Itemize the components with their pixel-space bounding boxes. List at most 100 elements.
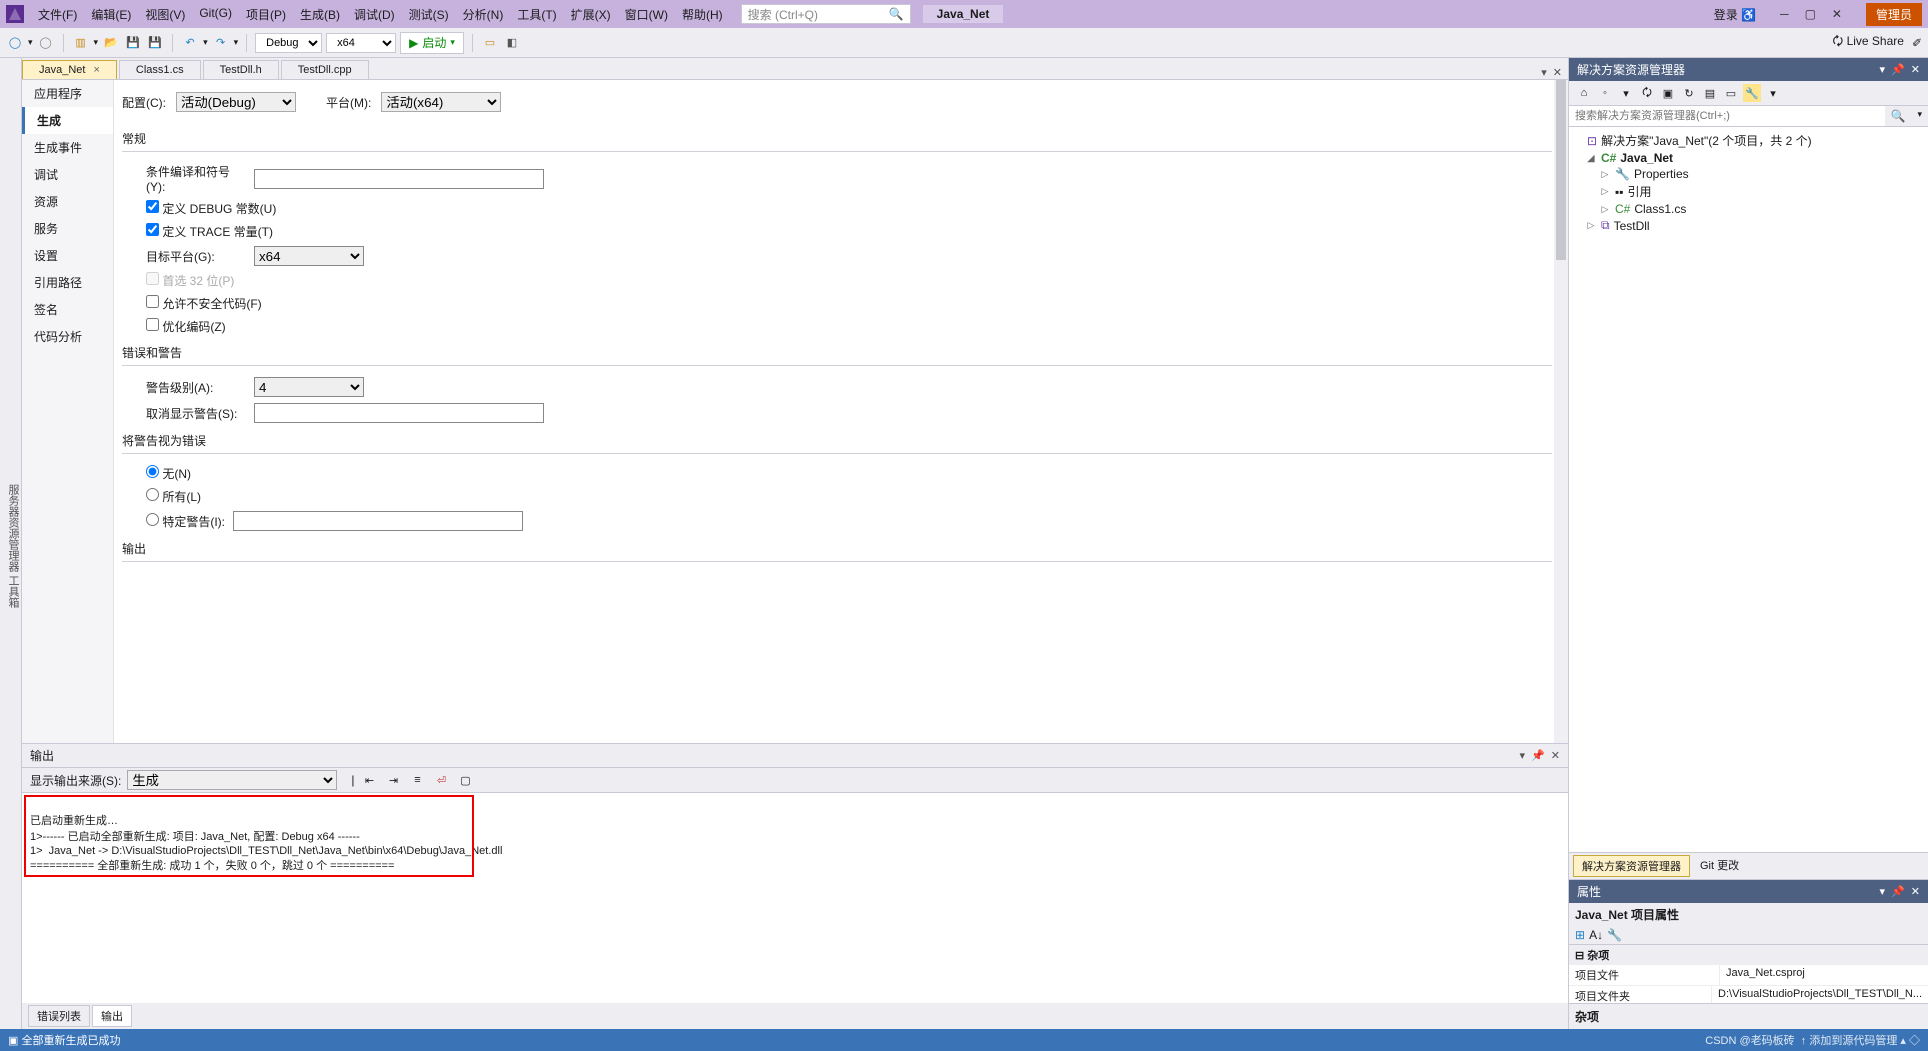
save-icon[interactable]: 💾 xyxy=(124,34,142,52)
solution-search-input[interactable] xyxy=(1569,106,1885,126)
status-right[interactable]: ↑ 添加到源代码管理 ▴ ◇ xyxy=(1801,1035,1920,1047)
tab-git-changes[interactable]: Git 更改 xyxy=(1692,855,1747,877)
start-debug-button[interactable]: ▶启动 ▾ xyxy=(400,32,464,54)
open-icon[interactable]: 📂 xyxy=(102,34,120,52)
new-project-icon[interactable]: ▥ xyxy=(72,34,90,52)
tab-class1[interactable]: Class1.cs xyxy=(119,60,201,79)
minimize-button[interactable]: ─ xyxy=(1780,7,1789,21)
refresh-icon[interactable]: ↻ xyxy=(1680,84,1698,102)
login-link[interactable]: 登录 ♿ xyxy=(1714,6,1756,23)
sidebar-services[interactable]: 服务 xyxy=(22,215,113,242)
trace-const-check[interactable]: 定义 TRACE 常量(T) xyxy=(146,223,273,240)
pp-dropdown-icon[interactable]: ▾ xyxy=(1880,885,1886,898)
clear-icon[interactable]: ≡ xyxy=(408,771,426,789)
unsafe-check[interactable]: 允许不安全代码(F) xyxy=(146,295,262,312)
close-button[interactable]: ✕ xyxy=(1832,7,1842,21)
panel-close-icon[interactable]: ✕ xyxy=(1551,749,1560,762)
menu-tools[interactable]: 工具(T) xyxy=(511,2,562,27)
undo-icon[interactable]: ↶ xyxy=(181,34,199,52)
tabs-overflow-icon[interactable]: ▾ xyxy=(1541,66,1547,79)
tab-java-net[interactable]: Java_Net× xyxy=(22,60,117,79)
sync-icon[interactable]: 🗘 xyxy=(1638,84,1656,102)
solution-tree[interactable]: ⊡解决方案"Java_Net"(2 个项目，共 2 个) ◢C#Java_Net… xyxy=(1569,127,1928,852)
sidebar-app[interactable]: 应用程序 xyxy=(22,80,113,107)
warn-level-select[interactable]: 4 xyxy=(254,377,364,397)
menu-view[interactable]: 视图(V) xyxy=(139,2,191,27)
server-explorer-rail[interactable]: 服务器资源管理器 工具箱 xyxy=(0,58,22,1029)
menu-extensions[interactable]: 扩展(X) xyxy=(565,2,617,27)
se-dropdown-icon[interactable]: ▾ xyxy=(1880,63,1886,76)
nav-back-icon[interactable]: ◯ xyxy=(6,34,24,52)
feedback-icon[interactable]: ✐ xyxy=(1912,36,1922,50)
pp-close-icon[interactable]: ✕ xyxy=(1911,885,1920,898)
sidebar-refpaths[interactable]: 引用路径 xyxy=(22,269,113,296)
goto-next-icon[interactable]: ⇥ xyxy=(384,771,402,789)
global-search[interactable]: 搜索 (Ctrl+Q) 🔍 xyxy=(741,4,911,24)
platform-select[interactable]: x64 xyxy=(326,33,396,53)
treat-none-radio[interactable]: 无(N) xyxy=(146,465,191,482)
menu-git[interactable]: Git(G) xyxy=(193,2,238,27)
maximize-button[interactable]: ▢ xyxy=(1805,7,1816,21)
menu-analyze[interactable]: 分析(N) xyxy=(457,2,510,27)
tab-testdll-cpp[interactable]: TestDll.cpp xyxy=(281,60,369,79)
save-all-icon[interactable]: 💾 xyxy=(146,34,164,52)
menu-test[interactable]: 测试(S) xyxy=(403,2,455,27)
prop-category[interactable]: ⊟ 杂项 xyxy=(1569,945,1928,965)
menu-file[interactable]: 文件(F) xyxy=(32,2,83,27)
sidebar-settings[interactable]: 设置 xyxy=(22,242,113,269)
menu-help[interactable]: 帮助(H) xyxy=(676,2,729,27)
categorize-icon[interactable]: ⊞ xyxy=(1575,928,1585,942)
close-icon[interactable]: × xyxy=(93,64,99,76)
treat-specific-input[interactable] xyxy=(233,511,523,531)
menu-build[interactable]: 生成(B) xyxy=(294,2,346,27)
debug-const-check[interactable]: 定义 DEBUG 常数(U) xyxy=(146,200,276,217)
redo-icon[interactable]: ↷ xyxy=(212,34,230,52)
config-combo[interactable]: 活动(Debug) xyxy=(176,92,296,112)
wrench-icon[interactable]: 🔧 xyxy=(1743,84,1761,102)
menu-debug[interactable]: 调试(D) xyxy=(348,2,401,27)
menu-window[interactable]: 窗口(W) xyxy=(619,2,674,27)
tab-output[interactable]: 输出 xyxy=(92,1005,132,1027)
alpha-icon[interactable]: A↓ xyxy=(1589,928,1603,942)
sidebar-build-events[interactable]: 生成事件 xyxy=(22,134,113,161)
sidebar-resources[interactable]: 资源 xyxy=(22,188,113,215)
tab-error-list[interactable]: 错误列表 xyxy=(28,1005,90,1027)
nav-fwd-icon[interactable]: ◯ xyxy=(37,34,55,52)
treat-all-radio[interactable]: 所有(L) xyxy=(146,488,201,505)
properties-scrollbar[interactable] xyxy=(1554,80,1568,743)
prop-wrench-icon[interactable]: 🔧 xyxy=(1607,928,1622,942)
tool-icon-2[interactable]: ◧ xyxy=(503,34,521,52)
show-all-icon[interactable]: ▣ xyxy=(1659,84,1677,102)
sidebar-signing[interactable]: 签名 xyxy=(22,296,113,323)
tab-testdll-h[interactable]: TestDll.h xyxy=(203,60,279,79)
live-share-icon[interactable]: 🗘 Live Share xyxy=(1833,32,1904,53)
se-close-icon[interactable]: ✕ xyxy=(1911,63,1920,76)
output-src-select[interactable]: 生成 xyxy=(127,770,337,790)
sidebar-debug[interactable]: 调试 xyxy=(22,161,113,188)
output-settings-icon[interactable]: ▢ xyxy=(456,771,474,789)
menu-project[interactable]: 项目(P) xyxy=(240,2,292,27)
target-plat-select[interactable]: x64 xyxy=(254,246,364,266)
preview-icon[interactable]: ▭ xyxy=(1722,84,1740,102)
pp-pin-icon[interactable]: 📌 xyxy=(1891,885,1905,898)
goto-prev-icon[interactable]: ⇤ xyxy=(360,771,378,789)
optimize-check[interactable]: 优化编码(Z) xyxy=(146,318,226,335)
platform-combo[interactable]: 活动(x64) xyxy=(381,92,501,112)
suppress-input[interactable] xyxy=(254,403,544,423)
output-text[interactable]: 已启动重新生成… 1>------ 已启动全部重新生成: 项目: Java_Ne… xyxy=(22,793,1568,1003)
sidebar-code-analysis[interactable]: 代码分析 xyxy=(22,323,113,350)
treat-specific-radio[interactable]: 特定警告(I): xyxy=(146,513,225,530)
tabs-close-doc-icon[interactable]: ✕ xyxy=(1553,66,1562,79)
config-select[interactable]: Debug xyxy=(255,33,322,53)
pin-icon[interactable]: 📌 xyxy=(1531,749,1545,762)
tool-icon-1[interactable]: ▭ xyxy=(481,34,499,52)
properties-icon[interactable]: ▤ xyxy=(1701,84,1719,102)
tab-solution-explorer[interactable]: 解决方案资源管理器 xyxy=(1573,855,1690,877)
se-pin-icon[interactable]: 📌 xyxy=(1891,63,1905,76)
home-icon[interactable]: ⌂ xyxy=(1575,84,1593,102)
collapse-icon[interactable]: ◦ xyxy=(1596,84,1614,102)
cond-sym-input[interactable] xyxy=(254,169,544,189)
search-icon[interactable]: 🔍 xyxy=(1885,106,1912,126)
toggle-wrap-icon[interactable]: ⏎ xyxy=(432,771,450,789)
output-dropdown-icon[interactable]: ▾ xyxy=(1520,749,1526,762)
